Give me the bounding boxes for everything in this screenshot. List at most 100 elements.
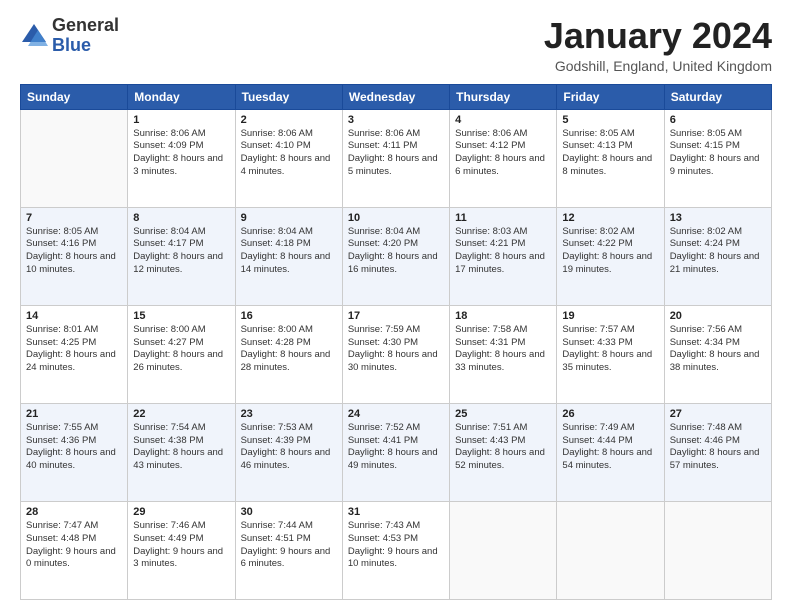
cell-date: 8 xyxy=(133,212,229,224)
cell-date: 10 xyxy=(348,212,444,224)
calendar-cell: 18Sunrise: 7:58 AMSunset: 4:31 PMDayligh… xyxy=(450,305,557,403)
weekday-header-sunday: Sunday xyxy=(21,84,128,109)
calendar-cell: 20Sunrise: 7:56 AMSunset: 4:34 PMDayligh… xyxy=(664,305,771,403)
cell-date: 6 xyxy=(670,114,766,126)
calendar-cell: 23 Sunrise: 7:53 AMSunset: 4:39 PMDayligh… xyxy=(235,403,342,501)
calendar-cell: 30 Sunrise: 7:44 AMSunset: 4:51 PMDayligh… xyxy=(235,501,342,599)
cell-info: Sunrise: 7:46 AMSunset: 4:49 PMDaylight:… xyxy=(133,520,229,571)
cell-info: Sunrise: 7:57 AMSunset: 4:33 PMDaylight:… xyxy=(562,324,658,375)
cell-info: Sunrise: 8:04 AMSunset: 4:20 PMDaylight:… xyxy=(348,226,444,277)
week-row: 1 Sunrise: 8:06 AMSunset: 4:09 PMDaylight… xyxy=(21,109,772,207)
calendar-cell: 28Sunrise: 7:47 AMSunset: 4:48 PMDayligh… xyxy=(21,501,128,599)
calendar-cell: 22 Sunrise: 7:54 AMSunset: 4:38 PMDayligh… xyxy=(128,403,235,501)
calendar-cell: 7 Sunrise: 8:05 AMSunset: 4:16 PMDaylight… xyxy=(21,207,128,305)
calendar-cell xyxy=(21,109,128,207)
calendar-cell: 24 Sunrise: 7:52 AMSunset: 4:41 PMDayligh… xyxy=(342,403,449,501)
weekday-header-friday: Friday xyxy=(557,84,664,109)
cell-date: 7 xyxy=(26,212,122,224)
cell-info: Sunrise: 8:04 AMSunset: 4:18 PMDaylight:… xyxy=(241,226,337,277)
cell-info: Sunrise: 8:06 AMSunset: 4:09 PMDaylight:… xyxy=(133,128,229,179)
weekday-header-monday: Monday xyxy=(128,84,235,109)
calendar-cell: 27Sunrise: 7:48 AMSunset: 4:46 PMDayligh… xyxy=(664,403,771,501)
cell-info: Sunrise: 8:05 AMSunset: 4:15 PMDaylight:… xyxy=(670,128,766,179)
cell-date: 30 xyxy=(241,506,337,518)
cell-date: 22 xyxy=(133,408,229,420)
calendar-cell: 14 Sunrise: 8:01 AMSunset: 4:25 PMDayligh… xyxy=(21,305,128,403)
cell-info: Sunrise: 8:06 AMSunset: 4:10 PMDaylight:… xyxy=(241,128,337,179)
cell-date: 13 xyxy=(670,212,766,224)
cell-date: 21 xyxy=(26,408,122,420)
weekday-header-saturday: Saturday xyxy=(664,84,771,109)
week-row: 21 Sunrise: 7:55 AMSunset: 4:36 PMDayligh… xyxy=(21,403,772,501)
logo-icon xyxy=(20,22,48,50)
calendar-cell xyxy=(450,501,557,599)
cell-info: Sunrise: 7:52 AMSunset: 4:41 PMDaylight:… xyxy=(348,422,444,473)
cell-date: 4 xyxy=(455,114,551,126)
calendar-cell: 19 Sunrise: 7:57 AMSunset: 4:33 PMDayligh… xyxy=(557,305,664,403)
logo-general-text: General xyxy=(52,15,119,35)
weekday-header-tuesday: Tuesday xyxy=(235,84,342,109)
cell-date: 19 xyxy=(562,310,658,322)
cell-date: 11 xyxy=(455,212,551,224)
cell-date: 24 xyxy=(348,408,444,420)
calendar-cell: 11 Sunrise: 8:03 AMSunset: 4:21 PMDayligh… xyxy=(450,207,557,305)
location: Godshill, England, United Kingdom xyxy=(544,58,772,74)
week-row: 14 Sunrise: 8:01 AMSunset: 4:25 PMDayligh… xyxy=(21,305,772,403)
cell-date: 25 xyxy=(455,408,551,420)
calendar-cell: 1 Sunrise: 8:06 AMSunset: 4:09 PMDaylight… xyxy=(128,109,235,207)
logo: General Blue xyxy=(20,16,119,56)
cell-date: 3 xyxy=(348,114,444,126)
cell-date: 26 xyxy=(562,408,658,420)
calendar-cell: 2 Sunrise: 8:06 AMSunset: 4:10 PMDaylight… xyxy=(235,109,342,207)
calendar-body: 1 Sunrise: 8:06 AMSunset: 4:09 PMDaylight… xyxy=(21,109,772,599)
logo-blue-text: Blue xyxy=(52,35,91,55)
week-row: 28Sunrise: 7:47 AMSunset: 4:48 PMDayligh… xyxy=(21,501,772,599)
calendar-cell: 6 Sunrise: 8:05 AMSunset: 4:15 PMDaylight… xyxy=(664,109,771,207)
cell-date: 2 xyxy=(241,114,337,126)
cell-date: 14 xyxy=(26,310,122,322)
calendar-cell: 8 Sunrise: 8:04 AMSunset: 4:17 PMDaylight… xyxy=(128,207,235,305)
calendar-cell: 25 Sunrise: 7:51 AMSunset: 4:43 PMDayligh… xyxy=(450,403,557,501)
logo-text: General Blue xyxy=(52,16,119,56)
cell-info: Sunrise: 8:03 AMSunset: 4:21 PMDaylight:… xyxy=(455,226,551,277)
calendar-cell: 10 Sunrise: 8:04 AMSunset: 4:20 PMDayligh… xyxy=(342,207,449,305)
cell-date: 17 xyxy=(348,310,444,322)
calendar-cell: 15Sunrise: 8:00 AMSunset: 4:27 PMDayligh… xyxy=(128,305,235,403)
calendar-cell: 26 Sunrise: 7:49 AMSunset: 4:44 PMDayligh… xyxy=(557,403,664,501)
calendar-cell: 12Sunrise: 8:02 AMSunset: 4:22 PMDayligh… xyxy=(557,207,664,305)
calendar-cell: 9Sunrise: 8:04 AMSunset: 4:18 PMDaylight… xyxy=(235,207,342,305)
cell-date: 28 xyxy=(26,506,122,518)
cell-date: 20 xyxy=(670,310,766,322)
page: General Blue January 2024 Godshill, Engl… xyxy=(0,0,792,612)
cell-info: Sunrise: 8:05 AMSunset: 4:13 PMDaylight:… xyxy=(562,128,658,179)
calendar-cell xyxy=(557,501,664,599)
cell-date: 23 xyxy=(241,408,337,420)
calendar-cell: 31Sunrise: 7:43 AMSunset: 4:53 PMDayligh… xyxy=(342,501,449,599)
cell-info: Sunrise: 7:54 AMSunset: 4:38 PMDaylight:… xyxy=(133,422,229,473)
cell-date: 31 xyxy=(348,506,444,518)
cell-info: Sunrise: 8:04 AMSunset: 4:17 PMDaylight:… xyxy=(133,226,229,277)
cell-info: Sunrise: 8:02 AMSunset: 4:22 PMDaylight:… xyxy=(562,226,658,277)
calendar-cell: 3 Sunrise: 8:06 AMSunset: 4:11 PMDaylight… xyxy=(342,109,449,207)
weekday-header-thursday: Thursday xyxy=(450,84,557,109)
calendar-cell: 5Sunrise: 8:05 AMSunset: 4:13 PMDaylight… xyxy=(557,109,664,207)
cell-info: Sunrise: 7:49 AMSunset: 4:44 PMDaylight:… xyxy=(562,422,658,473)
cell-info: Sunrise: 8:02 AMSunset: 4:24 PMDaylight:… xyxy=(670,226,766,277)
cell-info: Sunrise: 7:55 AMSunset: 4:36 PMDaylight:… xyxy=(26,422,122,473)
cell-info: Sunrise: 8:06 AMSunset: 4:12 PMDaylight:… xyxy=(455,128,551,179)
week-row: 7 Sunrise: 8:05 AMSunset: 4:16 PMDaylight… xyxy=(21,207,772,305)
header: General Blue January 2024 Godshill, Engl… xyxy=(20,16,772,74)
calendar: SundayMondayTuesdayWednesdayThursdayFrid… xyxy=(20,84,772,600)
cell-date: 1 xyxy=(133,114,229,126)
cell-info: Sunrise: 7:53 AMSunset: 4:39 PMDaylight:… xyxy=(241,422,337,473)
cell-info: Sunrise: 8:06 AMSunset: 4:11 PMDaylight:… xyxy=(348,128,444,179)
cell-info: Sunrise: 8:05 AMSunset: 4:16 PMDaylight:… xyxy=(26,226,122,277)
cell-info: Sunrise: 7:44 AMSunset: 4:51 PMDaylight:… xyxy=(241,520,337,571)
cell-date: 29 xyxy=(133,506,229,518)
cell-info: Sunrise: 8:01 AMSunset: 4:25 PMDaylight:… xyxy=(26,324,122,375)
calendar-header: SundayMondayTuesdayWednesdayThursdayFrid… xyxy=(21,84,772,109)
cell-date: 18 xyxy=(455,310,551,322)
cell-date: 27 xyxy=(670,408,766,420)
calendar-cell: 13 Sunrise: 8:02 AMSunset: 4:24 PMDayligh… xyxy=(664,207,771,305)
cell-info: Sunrise: 7:51 AMSunset: 4:43 PMDaylight:… xyxy=(455,422,551,473)
